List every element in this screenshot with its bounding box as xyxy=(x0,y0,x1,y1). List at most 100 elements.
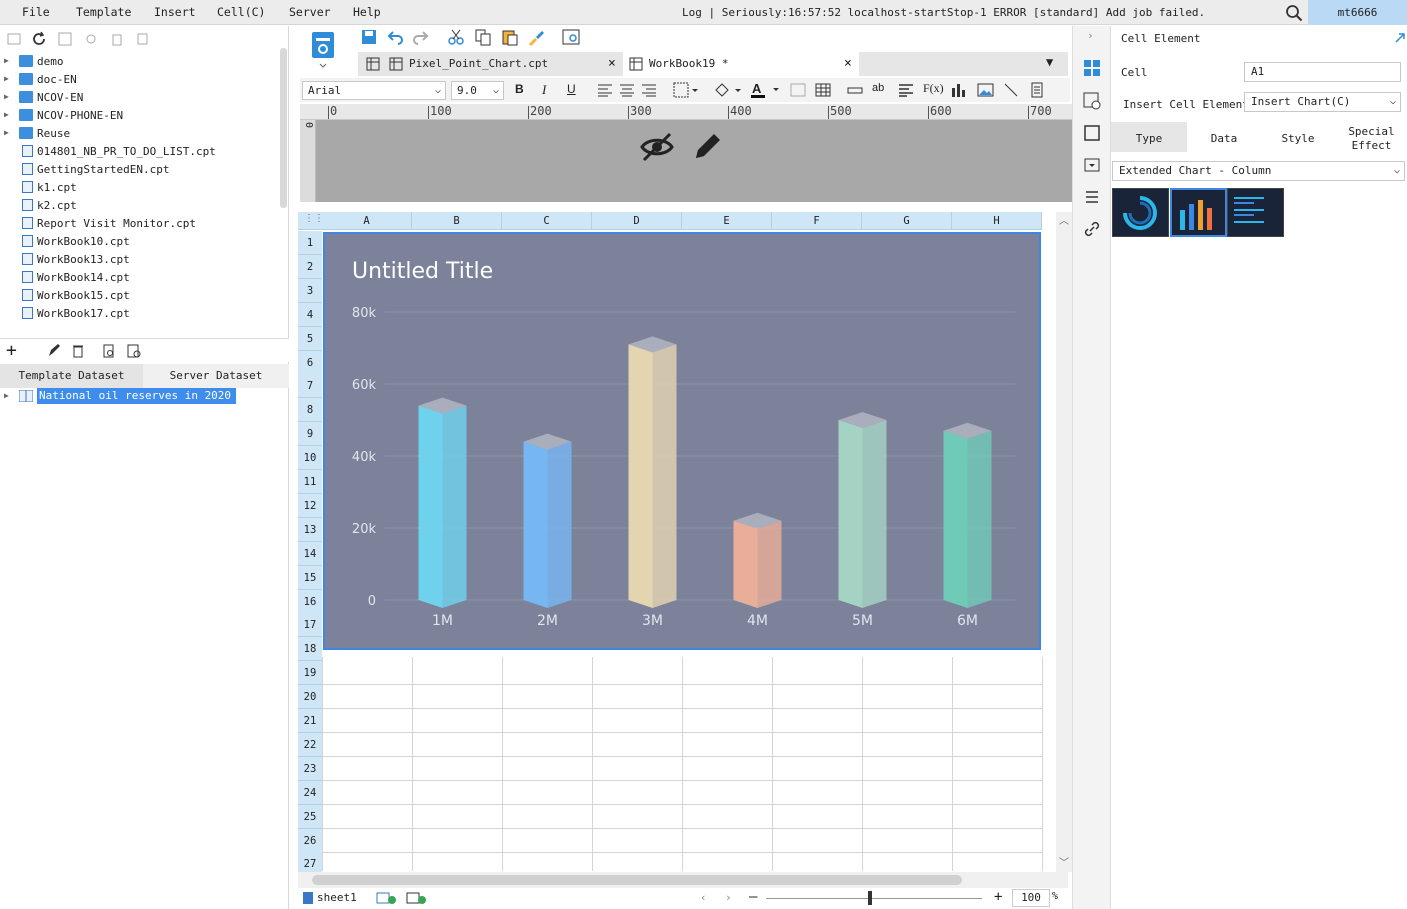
paragraph-icon[interactable] xyxy=(898,83,914,97)
file-item[interactable]: k2.cpt xyxy=(0,197,280,215)
row-header[interactable]: 12 xyxy=(298,493,322,518)
column-header[interactable]: E xyxy=(682,212,772,230)
row-header[interactable]: 20 xyxy=(298,685,322,710)
cell-attribute-icon[interactable] xyxy=(1083,92,1101,110)
template-toolbar-icon[interactable] xyxy=(310,30,336,70)
user-button[interactable]: mt6666 xyxy=(1308,0,1407,25)
redo-icon[interactable] xyxy=(412,28,430,46)
cell-input[interactable]: A1 xyxy=(1244,62,1401,82)
preview-icon[interactable] xyxy=(101,343,117,359)
scroll-down-icon[interactable]: ﹀ xyxy=(1059,854,1069,869)
column-header[interactable]: D xyxy=(592,212,682,230)
zoom-in-icon[interactable]: + xyxy=(994,889,1002,905)
dataset-item[interactable]: National oil reserves in 2020 xyxy=(37,388,236,404)
file-item[interactable]: 014801_NB_PR_TO_DO_LIST.cpt xyxy=(0,143,280,161)
sheet-tab[interactable]: sheet1 xyxy=(317,891,357,904)
row-header[interactable]: 8 xyxy=(298,398,322,423)
close-icon[interactable]: × xyxy=(844,52,852,76)
row-header[interactable]: 1 xyxy=(298,231,322,255)
row-header[interactable]: 4 xyxy=(298,302,322,327)
horizontal-scrollbar[interactable] xyxy=(298,872,1068,888)
list-icon[interactable] xyxy=(1083,188,1101,206)
row-header[interactable]: 21 xyxy=(298,709,322,733)
row-header[interactable]: 5 xyxy=(298,326,322,351)
tab-special-effect[interactable]: Special Effect xyxy=(1335,122,1407,152)
align-center-icon[interactable] xyxy=(619,83,635,97)
condition-icon[interactable] xyxy=(1083,156,1101,174)
menu-server[interactable]: Server xyxy=(289,5,331,19)
add-dataset-icon[interactable]: + xyxy=(6,340,17,361)
add-sheet-icon[interactable] xyxy=(376,891,398,905)
pencil-icon[interactable] xyxy=(692,132,722,162)
chart-icon[interactable] xyxy=(951,82,967,98)
row-header[interactable]: 6 xyxy=(298,350,322,375)
menu-insert[interactable]: Insert xyxy=(154,5,196,19)
insert-element-select[interactable]: Insert Chart(C) ⌵ xyxy=(1244,92,1401,112)
widget-icon[interactable] xyxy=(1083,124,1101,142)
chart-element[interactable]: Untitled Title 0 20k 40k 60k 80k 1M 2M 3M 4M 5M 6M xyxy=(323,232,1041,650)
row-header[interactable]: 24 xyxy=(298,780,322,805)
font-select[interactable]: Arial ⌵ xyxy=(302,81,446,100)
column-header[interactable]: F xyxy=(772,212,862,230)
settings-icon[interactable] xyxy=(83,31,99,47)
chart-thumb-bar-list[interactable] xyxy=(1227,188,1284,237)
column-header[interactable]: C xyxy=(502,212,592,230)
row-header[interactable]: 26 xyxy=(298,828,322,853)
italic-icon[interactable]: I xyxy=(542,82,546,98)
file-item[interactable]: WorkBook17.cpt xyxy=(0,305,280,323)
table-icon[interactable] xyxy=(815,83,831,97)
file-item[interactable]: WorkBook13.cpt xyxy=(0,251,280,269)
file-item[interactable]: GettingStartedEN.cpt xyxy=(0,161,280,179)
row-header[interactable]: 11 xyxy=(298,470,322,494)
file-item[interactable]: WorkBook10.cpt xyxy=(0,233,280,251)
next-sheet-icon[interactable]: › xyxy=(725,891,732,904)
font-size-select[interactable]: 9.0 ⌵ xyxy=(451,81,504,100)
copy-doc-icon[interactable] xyxy=(474,28,492,46)
image-icon[interactable] xyxy=(977,82,994,98)
tab-pixel-point-chart[interactable]: Pixel_Point_Chart.cpt × xyxy=(358,52,622,76)
underline-icon[interactable]: U xyxy=(567,82,576,96)
preview-template-icon[interactable] xyxy=(562,28,580,46)
collapse-icon[interactable]: › xyxy=(1087,29,1094,42)
column-header[interactable]: H xyxy=(952,212,1042,230)
row-header[interactable]: 7 xyxy=(298,374,322,399)
folder-item[interactable]: ▶ NCOV-EN xyxy=(0,89,280,107)
row-header[interactable]: 2 xyxy=(298,254,322,279)
search-icon[interactable] xyxy=(1285,4,1303,22)
copy-icon[interactable] xyxy=(135,31,151,47)
row-header[interactable]: 13 xyxy=(298,517,322,542)
tab-workbook19[interactable]: WorkBook19 * × xyxy=(623,52,859,76)
row-header[interactable]: 15 xyxy=(298,565,322,590)
row-header[interactable]: 19 xyxy=(298,661,322,686)
file-item[interactable]: WorkBook15.cpt xyxy=(0,287,280,305)
file-item[interactable]: WorkBook14.cpt xyxy=(0,269,280,287)
chart-thumb-gauge[interactable] xyxy=(1112,188,1169,237)
tab-server-dataset[interactable]: Server Dataset xyxy=(143,364,289,388)
new-folder-icon[interactable] xyxy=(6,31,22,47)
trash-icon[interactable] xyxy=(70,343,86,359)
folder-item[interactable]: ▶ Reuse xyxy=(0,125,280,143)
scroll-up-icon[interactable]: ︿ xyxy=(1059,212,1069,227)
column-header[interactable]: B xyxy=(412,212,502,230)
log-message[interactable]: Log | Seriously:16:57:52 localhost-start… xyxy=(682,6,1205,19)
row-header[interactable]: 3 xyxy=(298,278,322,303)
add-report-icon[interactable] xyxy=(406,891,428,905)
expand-arrow-icon[interactable]: ▶ xyxy=(4,391,9,400)
delete-icon[interactable] xyxy=(109,31,125,47)
zoom-out-icon[interactable]: – xyxy=(749,889,757,905)
save-icon[interactable] xyxy=(360,28,378,46)
expand-arrow-icon[interactable]: ▶ xyxy=(4,92,9,101)
file-item[interactable]: Report Visit Monitor.cpt xyxy=(0,215,280,233)
column-header[interactable]: G xyxy=(862,212,952,230)
link-icon[interactable] xyxy=(1083,220,1101,238)
menu-help[interactable]: Help xyxy=(353,5,381,19)
tree-scrollbar[interactable] xyxy=(280,48,287,208)
row-header[interactable]: 22 xyxy=(298,732,322,757)
close-icon[interactable]: × xyxy=(608,52,616,76)
fill-color-icon[interactable] xyxy=(713,82,743,98)
folder-item[interactable]: ▶ demo xyxy=(0,53,280,71)
tab-data[interactable]: Data xyxy=(1187,122,1261,152)
cell-element-icon[interactable] xyxy=(1083,59,1101,77)
cut-icon[interactable] xyxy=(447,28,465,46)
column-header[interactable]: A xyxy=(322,212,412,230)
